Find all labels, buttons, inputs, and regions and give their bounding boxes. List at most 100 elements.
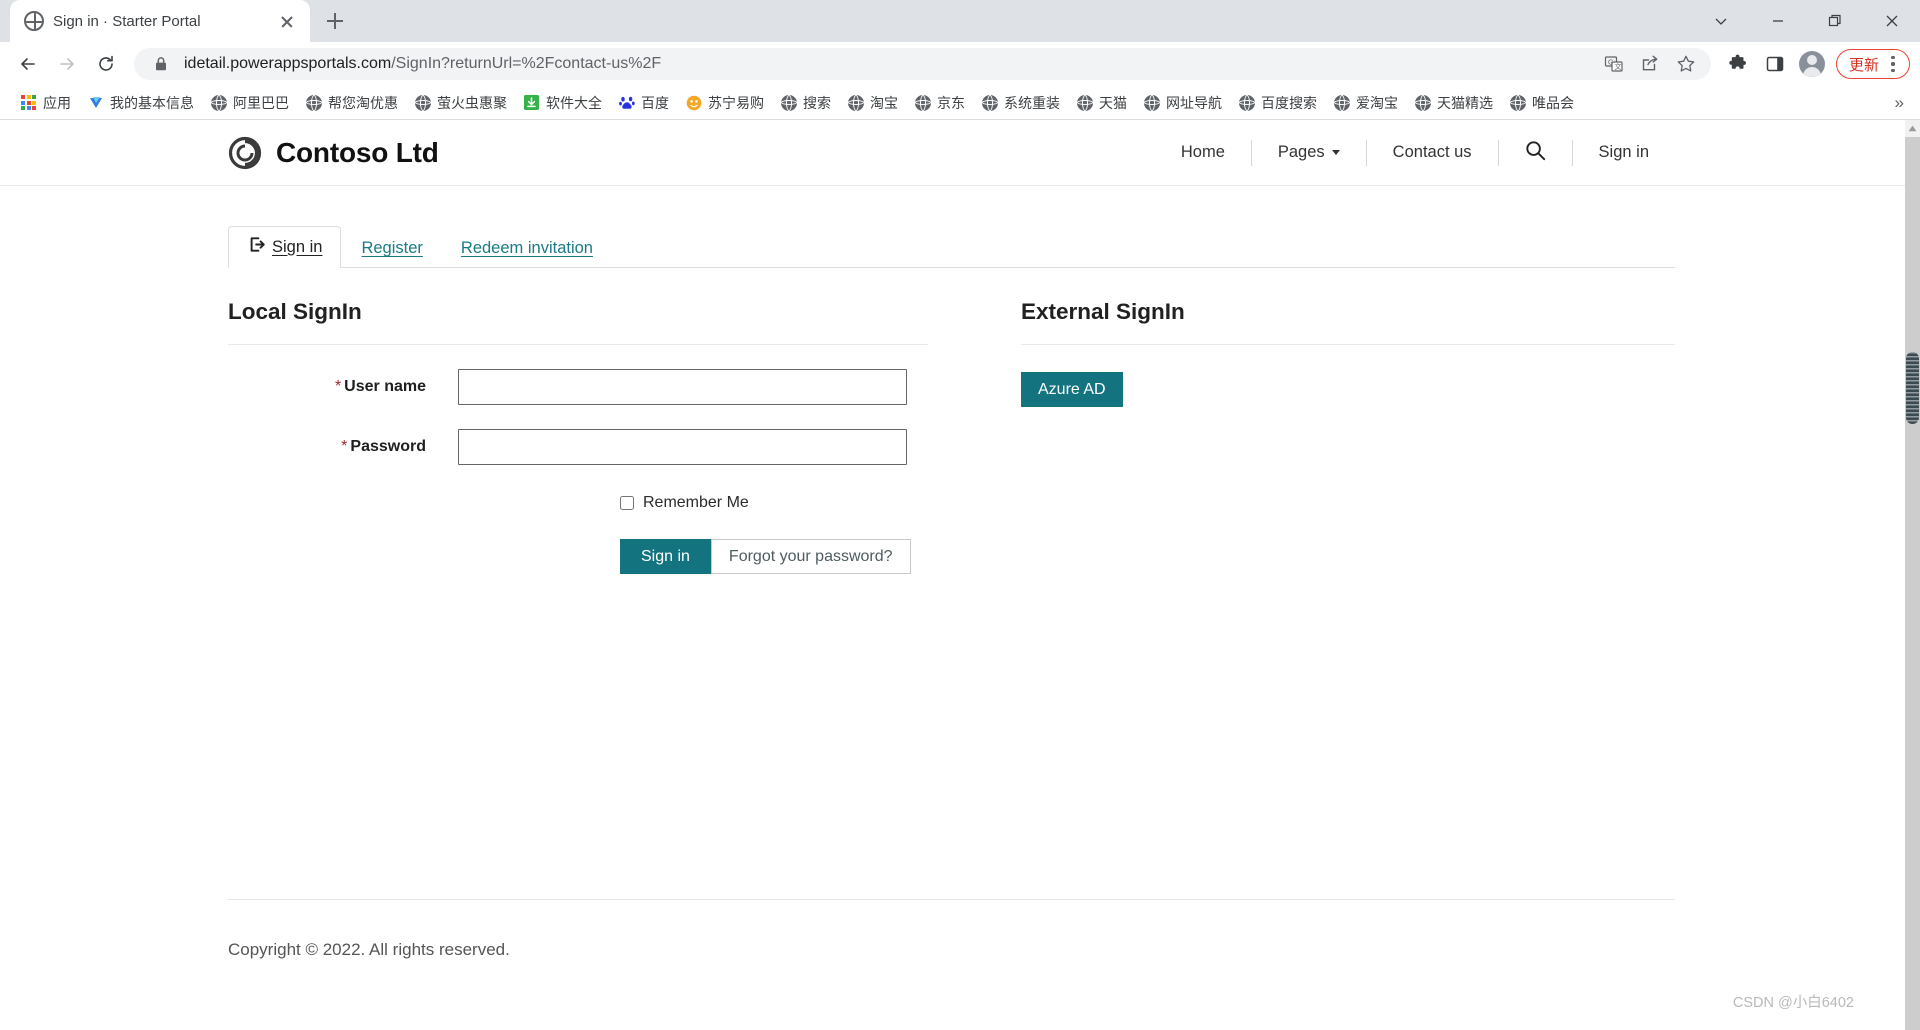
page-content: Contoso Ltd Home Pages Contact us Sign i… [0,120,1905,1030]
scrollbar-thumb[interactable] [1906,352,1919,424]
globe-icon [1238,94,1255,111]
svg-text:文: 文 [1614,62,1621,71]
forgot-password-button[interactable]: Forgot your password? [710,539,911,574]
close-icon[interactable] [1863,0,1920,42]
globe-icon [1414,94,1431,111]
close-icon[interactable] [274,8,300,34]
bookmark-label: 帮您淘优惠 [328,94,398,111]
bookmark-label: 搜索 [803,94,831,111]
bookmark-item[interactable]: 天猫 [1068,90,1135,116]
bookmark-label: 百度搜索 [1261,94,1317,111]
external-signin-title: External SignIn [1021,299,1185,324]
nav-pages[interactable]: Pages [1252,143,1366,162]
reload-icon[interactable] [88,46,124,82]
bookmark-item[interactable]: 帮您淘优惠 [297,90,406,116]
nav-home[interactable]: Home [1155,143,1251,162]
site-header: Contoso Ltd Home Pages Contact us Sign i… [0,120,1905,186]
nav-sign-in[interactable]: Sign in [1573,143,1675,162]
update-button[interactable]: 更新 [1835,49,1910,79]
baidu-icon [618,94,635,111]
tab-sign-in[interactable]: Sign in [228,226,342,268]
new-tab-button[interactable] [318,4,352,38]
scroll-up-icon[interactable] [1905,120,1920,137]
star-icon[interactable] [1673,51,1699,77]
local-signin-title: Local SignIn [228,299,362,324]
bookmark-item[interactable]: 搜索 [772,90,839,116]
brand-logo[interactable]: Contoso Ltd [228,136,439,170]
bookmark-item[interactable]: 萤火虫惠聚 [406,90,515,116]
globe-icon [780,94,797,111]
sign-in-button[interactable]: Sign in [620,539,711,574]
bookmark-label: 百度 [641,94,669,111]
bookmark-item[interactable]: 我的基本信息 [79,90,202,116]
avatar[interactable] [1795,47,1829,81]
globe-icon [305,94,322,111]
bookmarks-overflow-icon[interactable]: » [1887,93,1912,113]
bookmarks-bar: 应用 我的基本信息 阿里巴巴 帮您淘优惠 萤火虫惠聚 软件大全 百度 苏宁易购 … [0,86,1920,120]
tab-register[interactable]: Register [341,230,440,267]
back-icon[interactable] [10,46,46,82]
bookmark-item[interactable]: 百度 [610,90,677,116]
site-navigation: Home Pages Contact us Sign in [1155,120,1675,185]
bookmark-label: 苏宁易购 [708,94,764,111]
translate-icon[interactable]: G 文 [1601,51,1627,77]
bookmark-apps[interactable]: 应用 [12,90,79,116]
password-input[interactable] [458,429,907,465]
nav-pages-label: Pages [1277,143,1325,161]
bookmark-label: 爱淘宝 [1356,94,1398,111]
bookmark-label: 萤火虫惠聚 [437,94,507,111]
bookmark-item[interactable]: 唯品会 [1501,90,1582,116]
bookmark-item[interactable]: 网址导航 [1135,90,1230,116]
minimize-icon[interactable] [1749,0,1806,42]
remember-me-checkbox[interactable] [620,496,634,510]
browser-tab[interactable]: Sign in · Starter Portal [10,0,310,42]
remember-me-label: Remember Me [643,494,749,511]
bookmark-item[interactable]: 软件大全 [515,90,610,116]
signin-actions: Sign in Forgot your password? [620,539,928,574]
bookmark-item[interactable]: 爱淘宝 [1325,90,1406,116]
kebab-menu-icon[interactable] [1883,53,1903,75]
local-signin-panel: Local SignIn * User name * Password Reme… [228,299,928,574]
bookmark-label: 京东 [937,94,965,111]
tab-sign-in-label: Sign in [272,237,323,256]
auth-tabs: Sign in Register Redeem invitation [228,226,1675,268]
bookmark-label: 网址导航 [1166,94,1222,111]
globe-icon [981,94,998,111]
browser-tab-title: Sign in · Starter Portal [53,12,201,30]
contoso-swirl-logo [228,136,262,170]
username-label: * User name [334,378,426,395]
bookmark-item[interactable]: 系统重装 [973,90,1068,116]
bookmark-item[interactable]: 京东 [906,90,973,116]
signin-columns: Local SignIn * User name * Password Reme… [228,299,1675,574]
maximize-icon[interactable] [1806,0,1863,42]
bookmark-item[interactable]: 天猫精选 [1406,90,1501,116]
tab-redeem-invitation[interactable]: Redeem invitation [441,230,611,267]
lock-icon[interactable] [148,51,174,77]
browser-window: Sign in · Starter Portal idetail.powerap… [0,0,1920,1030]
forward-icon[interactable] [49,46,85,82]
azure-ad-button[interactable]: Azure AD [1021,372,1123,407]
nav-contact-us[interactable]: Contact us [1367,143,1498,162]
username-input[interactable] [458,369,907,405]
search-icon [1525,140,1546,166]
page-scrollbar[interactable] [1905,120,1920,1030]
bookmark-label: 唯品会 [1532,94,1574,111]
tab-search-icon[interactable] [1692,0,1749,42]
nav-search[interactable] [1499,140,1572,166]
bookmark-item[interactable]: 苏宁易购 [677,90,772,116]
bookmark-item[interactable]: 淘宝 [839,90,906,116]
share-icon[interactable] [1637,51,1663,77]
address-bar[interactable]: idetail.powerappsportals.com/SignIn?retu… [134,48,1711,80]
site-footer: Copyright © 2022. All rights reserved. [0,899,1905,1030]
puzzle-icon[interactable] [1721,47,1755,81]
side-panel-icon[interactable] [1758,47,1792,81]
username-row: * User name [228,369,928,405]
main-content: Sign in Register Redeem invitation Local… [0,226,1905,574]
bookmark-item[interactable]: 百度搜索 [1230,90,1325,116]
scrollbar-track[interactable] [1905,137,1920,1030]
bookmark-item[interactable]: 阿里巴巴 [202,90,297,116]
globe-icon [1076,94,1093,111]
brand-name: Contoso Ltd [276,136,439,168]
chevron-down-icon [1331,150,1340,155]
bookmark-label: 天猫精选 [1437,94,1493,111]
